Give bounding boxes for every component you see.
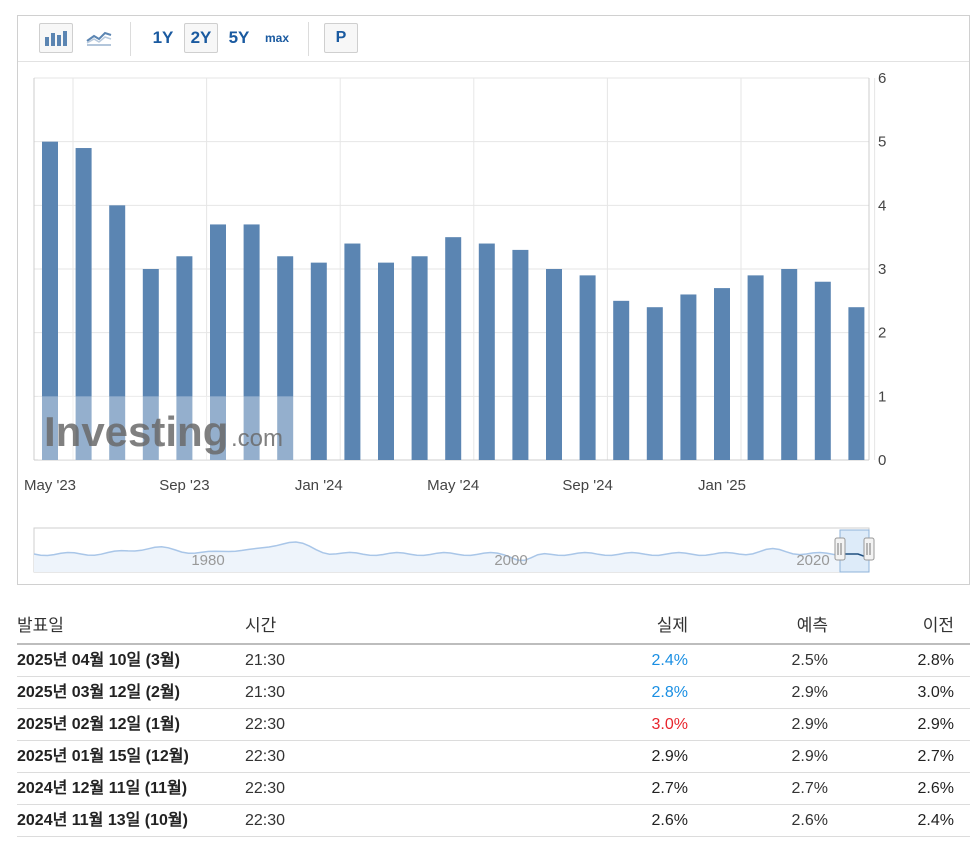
release-time: 21:30 [245,684,286,701]
forecast-value: 2.9% [791,716,828,733]
x-tick-label: Jan '24 [295,477,343,494]
bar[interactable] [512,249,529,460]
chart-svg: Investing .com 0 1 2 3 4 5 6 May '23 Sep '23 Jan… [24,70,886,573]
x-tick-label: May '23 [24,477,76,494]
previous-value: 2.6% [917,780,954,797]
bar[interactable] [579,275,596,460]
previous-value: 2.9% [917,716,954,733]
actual-value: 3.0% [651,716,688,733]
forecast-value: 2.6% [791,812,828,829]
x-tick-label: Sep '23 [159,477,209,494]
release-table: 발표일 시간 실제 예측 이전 2025년 04월 10일 (3월) 21:30… [17,608,970,837]
release-date: 2025년 02월 12일 (1월) [17,716,180,733]
bar[interactable] [814,281,831,460]
release-time: 22:30 [245,812,286,829]
release-date: 2024년 11월 13일 (10월) [17,812,188,829]
previous-value: 3.0% [917,684,954,701]
bar[interactable] [646,307,663,460]
bar[interactable] [344,243,361,460]
navigator-handle-right[interactable] [863,537,875,561]
y-tick-label: 3 [878,261,886,278]
bar[interactable] [445,237,462,460]
y-tick-label: 4 [878,197,886,214]
actual-value: 2.6% [651,812,688,829]
header-previous[interactable]: 이전 [923,608,954,644]
release-date: 2024년 12월 11일 (11월) [17,780,188,797]
navigator-handle-left[interactable] [834,537,846,561]
bar[interactable] [680,294,697,460]
header-date[interactable]: 발표일 [17,608,64,644]
actual-value: 2.9% [651,748,688,765]
forecast-value: 2.7% [791,780,828,797]
table-header: 발표일 시간 실제 예측 이전 [17,608,970,645]
chart-navigator[interactable]: 1980 2000 2020 [33,527,875,573]
y-tick-label: 0 [878,452,886,469]
release-date: 2025년 01월 15일 (12월) [17,748,189,765]
bar[interactable] [714,288,730,460]
previous-value: 2.4% [917,812,954,829]
table-row: 2025년 01월 15일 (12월) 22:30 2.9% 2.9% 2.7% [17,741,970,773]
y-tick-label: 5 [878,134,886,151]
actual-value: 2.7% [651,780,688,797]
release-time: 22:30 [245,716,286,733]
header-time[interactable]: 시간 [245,608,276,644]
bar[interactable] [781,269,798,460]
y-tick-label: 1 [878,388,886,405]
svg-text:Investing: Investing [44,408,228,455]
release-time: 22:30 [245,748,286,765]
bar[interactable] [546,269,562,460]
table-row: 2024년 12월 11일 (11월) 22:30 2.7% 2.7% 2.6% [17,773,970,805]
release-date: 2025년 03월 12일 (2월) [17,684,180,701]
x-axis: May '23 Sep '23 Jan '24 May '24 Sep '24 Jan '… [24,477,746,494]
bar[interactable] [613,300,630,460]
x-tick-label: Jan '25 [698,477,746,494]
navigator-label: 2000 [494,552,527,569]
table-row: 2025년 04월 10일 (3월) 21:30 2.4% 2.5% 2.8% [17,645,970,677]
x-tick-label: May '24 [427,477,479,494]
y-tick-label: 2 [878,325,886,342]
forecast-value: 2.9% [791,748,828,765]
svg-text:.com: .com [231,425,283,452]
release-date: 2025년 04월 10일 (3월) [17,652,180,669]
x-tick-label: Sep '24 [562,477,612,494]
release-time: 22:30 [245,780,286,797]
y-tick-label: 6 [878,70,886,87]
y-axis: 0 1 2 3 4 5 6 [878,70,886,469]
forecast-value: 2.9% [791,684,828,701]
header-forecast[interactable]: 예측 [797,608,828,644]
table-row: 2025년 02월 12일 (1월) 22:30 3.0% 2.9% 2.9% [17,709,970,741]
release-time: 21:30 [245,652,286,669]
header-actual[interactable]: 실제 [657,608,688,644]
bar[interactable] [378,262,394,460]
actual-value: 2.4% [651,652,688,669]
previous-value: 2.8% [917,652,954,669]
forecast-value: 2.5% [791,652,828,669]
bar[interactable] [411,256,428,460]
previous-value: 2.7% [917,748,954,765]
navigator-label: 2020 [796,552,829,569]
bar[interactable] [478,243,495,460]
chart-container: 1Y 2Y 5Y max P Investing .com 0123456 Ma… [17,15,970,585]
actual-value: 2.8% [651,684,688,701]
bar[interactable] [310,262,327,460]
navigator-label: 1980 [191,552,224,569]
table-row: 2024년 11월 13일 (10월) 22:30 2.6% 2.6% 2.4% [17,805,970,837]
bar[interactable] [848,307,865,460]
bar[interactable] [747,275,764,460]
table-row: 2025년 03월 12일 (2월) 21:30 2.8% 2.9% 3.0% [17,677,970,709]
